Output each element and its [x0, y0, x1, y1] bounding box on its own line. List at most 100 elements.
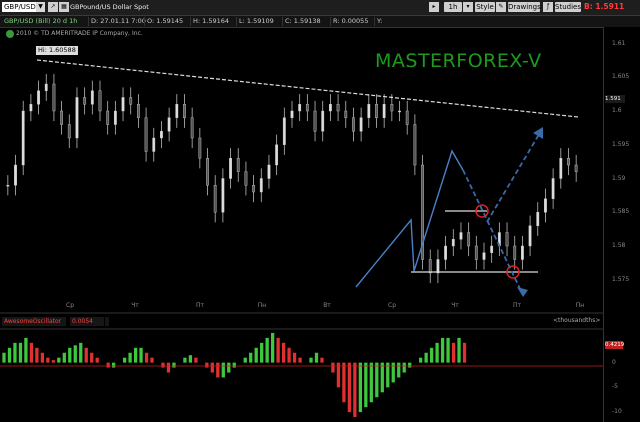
ao-bar-series [2, 332, 467, 418]
high-price-label: Hi: 1.60588 [36, 46, 78, 55]
candle-body [198, 137, 202, 159]
candle-body [444, 245, 447, 260]
chevron-down-icon[interactable]: ▼ [36, 2, 45, 12]
candle-body [75, 97, 79, 139]
candle-body [451, 239, 455, 247]
price-chart[interactable]: Ср Чт Пт Пн Вт Ср Чт Пт Пн [0, 0, 640, 422]
candle-body [60, 110, 64, 125]
annotation-drawings[interactable] [36, 59, 579, 297]
candle-body [521, 245, 524, 260]
candle-body [121, 97, 125, 112]
candle-body [544, 198, 547, 213]
candle-body [144, 117, 148, 152]
down-projection-arrow[interactable] [462, 169, 524, 296]
candle-body [175, 104, 179, 118]
candle-body [536, 212, 540, 226]
grid-icon[interactable]: ▦ [59, 2, 69, 12]
info-extra: Y: [374, 17, 404, 26]
x-tick-label: Пт [196, 302, 205, 309]
candle-body [83, 97, 87, 105]
chart-toolbar: GBP/USD ▼ ↗ ▦ GBPound/US Dollar Spot ▸ 1… [0, 0, 640, 16]
info-date: D: 27.01.11 7:00 [88, 17, 146, 26]
candle-body [482, 252, 486, 260]
candle-body [359, 117, 363, 132]
studies-button[interactable]: Studies [555, 2, 581, 12]
x-tick-label: Чт [131, 302, 139, 309]
candle-body [244, 171, 248, 186]
candle-body [259, 178, 263, 193]
x-tick-label: Чт [451, 302, 459, 309]
price-tick-label: 1.61 [612, 39, 626, 47]
candle-body [67, 124, 71, 139]
candlestick-series [6, 73, 578, 284]
breakout-marker-lower[interactable] [506, 265, 520, 279]
candle-body [559, 158, 563, 179]
indicator-value: 0.0054 [70, 317, 104, 326]
wave-pattern-line[interactable] [355, 149, 464, 288]
candle-body [21, 110, 25, 166]
tos-logo-icon [6, 30, 14, 38]
flag-icon[interactable]: ▸ [429, 2, 439, 12]
pencil-icon[interactable]: ✎ [496, 2, 506, 12]
candle-body [14, 164, 17, 186]
candle-body [574, 164, 578, 172]
breakout-marker-upper[interactable] [475, 204, 489, 218]
x-tick-label: Пн [258, 302, 267, 309]
candle-body [305, 104, 309, 112]
candle-body [229, 158, 232, 179]
timeframe-button[interactable]: 1h [444, 2, 462, 12]
candle-body [221, 178, 225, 213]
candle-body [183, 104, 186, 118]
candle-body [160, 131, 163, 139]
up-projection-arrow[interactable] [486, 130, 542, 223]
info-open: O: 1.59145 [144, 17, 190, 26]
price-tick-label: 1.585 [612, 208, 630, 216]
candle-body [98, 90, 102, 112]
bid-price-badge: B: 1.5911 [584, 2, 636, 12]
current-price-tag: 1.591 [605, 95, 625, 103]
candle-body [329, 104, 332, 112]
style-button[interactable]: Style [475, 2, 495, 12]
info-close: C: 1.59138 [282, 17, 330, 26]
indicator-value-badge: 0.4219 [605, 341, 625, 349]
candle-body [290, 110, 294, 118]
watermark-title: MASTERFOREX-V [375, 50, 542, 72]
candle-body [505, 232, 509, 247]
studies-icon[interactable]: ƒ [543, 2, 553, 12]
link-icon[interactable]: ↗ [48, 2, 58, 12]
candle-body [398, 110, 401, 113]
price-tick-label: 1.575 [612, 275, 630, 283]
candle-body [490, 245, 494, 253]
candle-body [336, 104, 340, 112]
info-low: L: 1.59109 [236, 17, 282, 26]
drawings-button[interactable]: Drawings [508, 2, 541, 12]
candle-body [190, 117, 194, 139]
candle-body [528, 225, 532, 247]
info-high: H: 1.59164 [190, 17, 236, 26]
candle-body [29, 104, 33, 112]
x-tick-label: Пн [576, 302, 585, 309]
candle-body [252, 185, 255, 193]
candle-body [6, 185, 10, 187]
indicator-name[interactable]: AwesomeOscillator [2, 317, 66, 326]
symbol-input[interactable]: GBP/USD [2, 2, 36, 12]
chevron-down-icon[interactable]: ▾ [463, 2, 473, 12]
price-tick-label: 1.605 [612, 73, 630, 81]
candle-body [129, 97, 133, 105]
price-axis[interactable]: 1.61 1.605 1.6 1.595 1.59 1.585 1.58 1.575 0 -5 -1… [603, 27, 640, 422]
symbol-description: GBPound/US Dollar Spot [70, 3, 149, 11]
candle-body [275, 144, 279, 166]
candle-body [113, 110, 117, 125]
x-tick-label: Ср [388, 302, 396, 309]
candle-body [459, 232, 463, 240]
candle-body [313, 110, 317, 132]
candle-body [405, 110, 409, 125]
candle-body [382, 104, 386, 118]
candle-body [467, 232, 471, 247]
candle-body [367, 104, 371, 118]
price-tick-label: 1.58 [612, 242, 626, 249]
indicator-dropdown-icon[interactable] [105, 317, 109, 326]
candle-body [513, 245, 517, 260]
candle-body [551, 178, 555, 199]
candle-body [136, 104, 140, 118]
